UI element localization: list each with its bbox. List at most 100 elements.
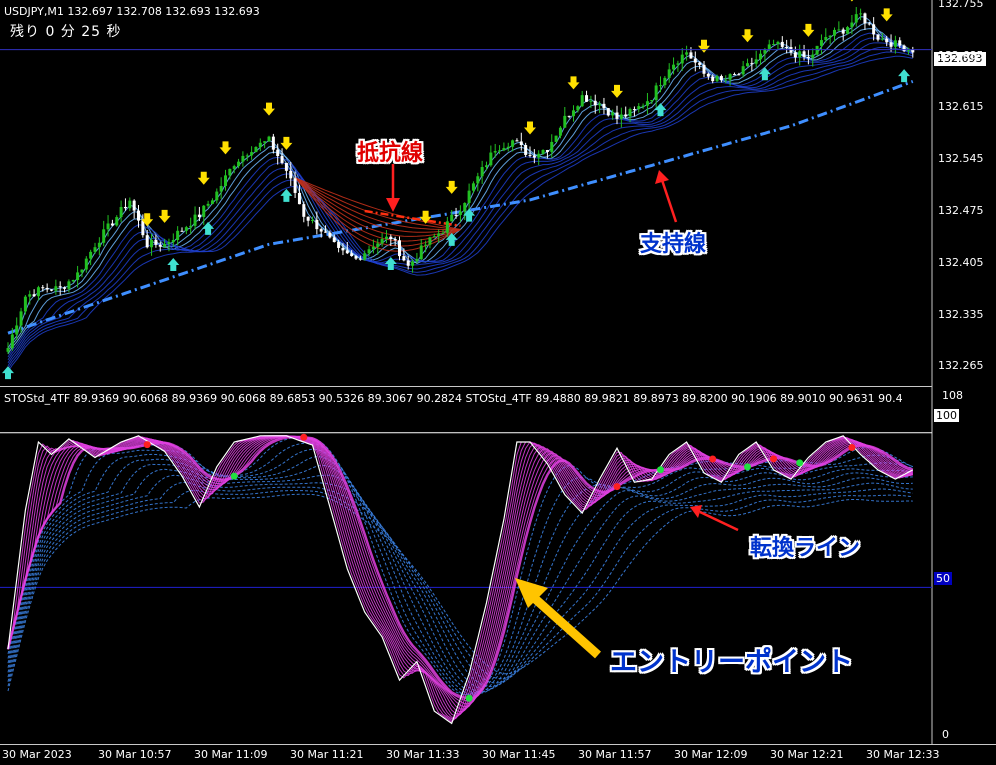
candle-body: [176, 230, 180, 241]
candle-body: [306, 216, 310, 221]
candle-body: [632, 109, 636, 111]
indicator-line: STOStd_4TF 89.9369 90.6068 89.9369 90.60…: [4, 392, 903, 405]
entry-point-label: エントリーポイント: [610, 647, 853, 678]
time-tick-label: 30 Mar 12:33: [866, 748, 940, 761]
candle-body: [645, 101, 649, 106]
stoch-cross-green-dot: [465, 694, 473, 702]
candle-body: [859, 13, 863, 15]
candle-body: [193, 214, 197, 226]
candle-body: [328, 232, 332, 238]
candle-body: [23, 296, 27, 312]
candle-body: [619, 114, 623, 119]
candle-body: [419, 245, 423, 260]
candle-body: [628, 109, 632, 117]
candle-body: [724, 79, 728, 81]
candle-body: [693, 58, 697, 63]
candle-body: [384, 236, 388, 239]
candle-body: [602, 103, 606, 109]
candle-body: [350, 253, 354, 257]
candle-body: [84, 258, 88, 270]
candle-body: [663, 77, 667, 86]
candle-body: [585, 95, 589, 102]
candle-body: [476, 176, 480, 184]
candle-body: [58, 286, 62, 288]
candle-body: [806, 56, 810, 58]
candle-body: [132, 200, 136, 211]
candle-body: [428, 237, 432, 245]
candle-body: [872, 24, 876, 35]
candle-body: [232, 166, 236, 169]
candle-body: [263, 141, 267, 143]
candle-body: [332, 237, 336, 243]
candle-body: [289, 170, 293, 179]
candle-body: [371, 246, 375, 250]
candle-body: [750, 63, 754, 65]
candle-body: [180, 230, 184, 232]
candle-body: [837, 29, 841, 31]
candle-body: [63, 287, 67, 289]
time-tick-label: 30 Mar 11:45: [482, 748, 556, 761]
candle-body: [206, 203, 210, 206]
candle-body: [485, 165, 488, 168]
candle-body: [867, 23, 871, 25]
candle-body: [532, 155, 536, 158]
stoch-tick-label: 108: [942, 389, 963, 402]
candle-body: [89, 251, 93, 259]
candle-body: [376, 243, 380, 247]
candle-body: [145, 235, 149, 248]
candle-body: [550, 141, 554, 152]
candle-body: [189, 225, 193, 228]
stoch-cross-red-dot: [709, 455, 717, 463]
stoch-cross-red-dot: [848, 444, 856, 452]
candle-body: [793, 52, 797, 58]
candle-body: [67, 281, 71, 289]
candle-body: [102, 229, 106, 243]
price-tick-label: 132.475: [938, 204, 984, 217]
price-tick-label: 132.405: [938, 255, 984, 269]
candle-body: [841, 29, 845, 34]
candle-body: [402, 256, 406, 261]
candle-body: [10, 334, 14, 349]
candle-body: [215, 191, 219, 201]
candle-body: [424, 244, 428, 246]
candle-body: [772, 44, 776, 46]
candle-body: [345, 250, 349, 254]
candle-body: [767, 44, 771, 50]
time-tick-label: 30 Mar 10:57: [98, 748, 172, 761]
candle-body: [171, 240, 175, 243]
candle-body: [833, 29, 836, 36]
stoch-tick-label: 0: [942, 728, 949, 741]
candle-body: [106, 223, 110, 230]
stoch-cross-red-dot: [613, 483, 621, 491]
candle-body: [115, 217, 119, 226]
candle-body: [567, 115, 571, 117]
candle-body: [128, 200, 132, 209]
stoch-cross-green-dot: [230, 472, 238, 480]
candle-body: [576, 106, 580, 111]
candle-body: [219, 185, 223, 192]
candle-body: [846, 27, 850, 34]
candle-body: [672, 64, 676, 70]
candle-body: [885, 38, 889, 43]
candle-body: [606, 108, 610, 116]
remaining-time: 残り 0 分 25 秒: [10, 24, 122, 40]
candle-body: [137, 210, 140, 221]
candle-body: [45, 287, 49, 290]
candle-body: [158, 244, 162, 247]
candle-body: [554, 135, 558, 142]
candle-body: [511, 140, 515, 147]
time-tick-label: 30 Mar 11:57: [578, 748, 652, 761]
candle-body: [876, 34, 880, 40]
candle-body: [271, 136, 275, 150]
candle-body: [515, 140, 519, 142]
candle-body: [119, 206, 123, 218]
candle-body: [202, 205, 206, 218]
candle-body: [150, 240, 154, 248]
candle-body: [250, 152, 254, 156]
candle-body: [245, 155, 249, 157]
candle-body: [889, 42, 893, 47]
candle-body: [776, 41, 780, 45]
candle-body: [224, 175, 227, 186]
time-tick-label: 30 Mar 11:21: [290, 748, 364, 761]
candle-body: [411, 261, 415, 266]
